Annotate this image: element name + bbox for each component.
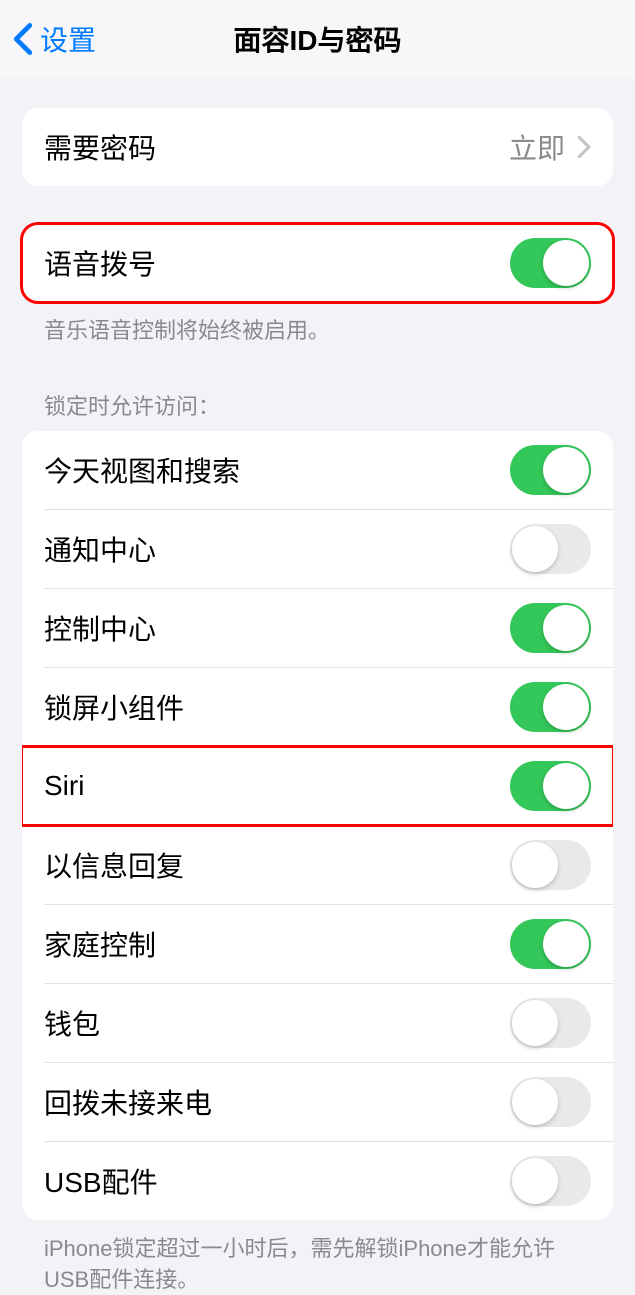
lock-access-row[interactable]: USB配件 xyxy=(22,1142,613,1220)
switch-knob xyxy=(543,605,589,651)
lock-access-toggle[interactable] xyxy=(510,1077,591,1127)
lock-access-label: Siri xyxy=(44,770,84,802)
require-passcode-row[interactable]: 需要密码 立即 xyxy=(22,108,613,186)
lock-access-row[interactable]: 通知中心 xyxy=(22,510,613,588)
switch-knob xyxy=(543,921,589,967)
lock-access-row[interactable]: Siri xyxy=(22,747,613,825)
chevron-left-icon xyxy=(12,22,34,56)
lock-access-toggle[interactable] xyxy=(510,445,591,495)
back-label: 设置 xyxy=(40,19,96,59)
require-passcode-group: 需要密码 立即 xyxy=(22,108,613,186)
chevron-right-icon xyxy=(577,136,591,158)
lock-access-row[interactable]: 今天视图和搜索 xyxy=(22,431,613,509)
lock-access-group: 今天视图和搜索通知中心控制中心锁屏小组件 Siri 以信息回复家庭控制钱包回拨未接来… xyxy=(22,431,613,1220)
switch-knob xyxy=(543,240,589,286)
voice-dial-group: 语音拨号 xyxy=(22,224,613,302)
lock-access-row[interactable]: 回拨未接来电 xyxy=(22,1063,613,1141)
content: 需要密码 立即 语音拨号 音乐语音控制将始终被启用。 锁定时允许访问： 今天视图… xyxy=(0,78,635,1295)
lock-access-row[interactable]: 锁屏小组件 xyxy=(22,668,613,746)
lock-access-label: 锁屏小组件 xyxy=(44,687,184,727)
voice-dial-row[interactable]: 语音拨号 xyxy=(22,224,613,302)
page-title: 面容ID与密码 xyxy=(233,19,401,59)
require-passcode-label: 需要密码 xyxy=(44,127,156,167)
switch-knob xyxy=(512,842,558,888)
lock-access-label: 回拨未接来电 xyxy=(44,1082,212,1122)
lock-access-row[interactable]: 控制中心 xyxy=(22,589,613,667)
lock-access-label: 家庭控制 xyxy=(44,924,156,964)
voice-dial-label: 语音拨号 xyxy=(44,243,156,283)
require-passcode-value: 立即 xyxy=(509,127,565,167)
lock-access-row[interactable]: 钱包 xyxy=(22,984,613,1062)
lock-access-toggle[interactable] xyxy=(510,919,591,969)
switch-knob xyxy=(512,526,558,572)
switch-knob xyxy=(543,763,589,809)
lock-access-toggle[interactable] xyxy=(510,840,591,890)
lock-access-toggle[interactable] xyxy=(510,524,591,574)
lock-access-footer: iPhone锁定超过一小时后，需先解锁iPhone才能允许USB配件连接。 xyxy=(22,1220,613,1295)
lock-access-toggle[interactable] xyxy=(510,1156,591,1206)
lock-access-toggle[interactable] xyxy=(510,998,591,1048)
lock-access-toggle[interactable] xyxy=(510,761,591,811)
lock-access-label: USB配件 xyxy=(44,1161,158,1201)
voice-dial-toggle[interactable] xyxy=(510,238,591,288)
lock-access-toggle[interactable] xyxy=(510,682,591,732)
lock-access-row[interactable]: 以信息回复 xyxy=(22,826,613,904)
navigation-bar: 设置 面容ID与密码 xyxy=(0,0,635,78)
lock-access-label: 以信息回复 xyxy=(44,845,184,885)
lock-access-row[interactable]: 家庭控制 xyxy=(22,905,613,983)
switch-knob xyxy=(543,447,589,493)
switch-knob xyxy=(543,684,589,730)
lock-access-label: 钱包 xyxy=(44,1003,100,1043)
lock-access-toggle[interactable] xyxy=(510,603,591,653)
back-button[interactable]: 设置 xyxy=(12,19,96,59)
voice-dial-footer: 音乐语音控制将始终被启用。 xyxy=(22,302,613,347)
lock-access-label: 控制中心 xyxy=(44,608,156,648)
switch-knob xyxy=(512,1000,558,1046)
switch-knob xyxy=(512,1158,558,1204)
switch-knob xyxy=(512,1079,558,1125)
lock-access-label: 通知中心 xyxy=(44,529,156,569)
row-right: 立即 xyxy=(509,127,591,167)
lock-section-header: 锁定时允许访问： xyxy=(22,389,613,431)
lock-access-label: 今天视图和搜索 xyxy=(44,450,240,490)
